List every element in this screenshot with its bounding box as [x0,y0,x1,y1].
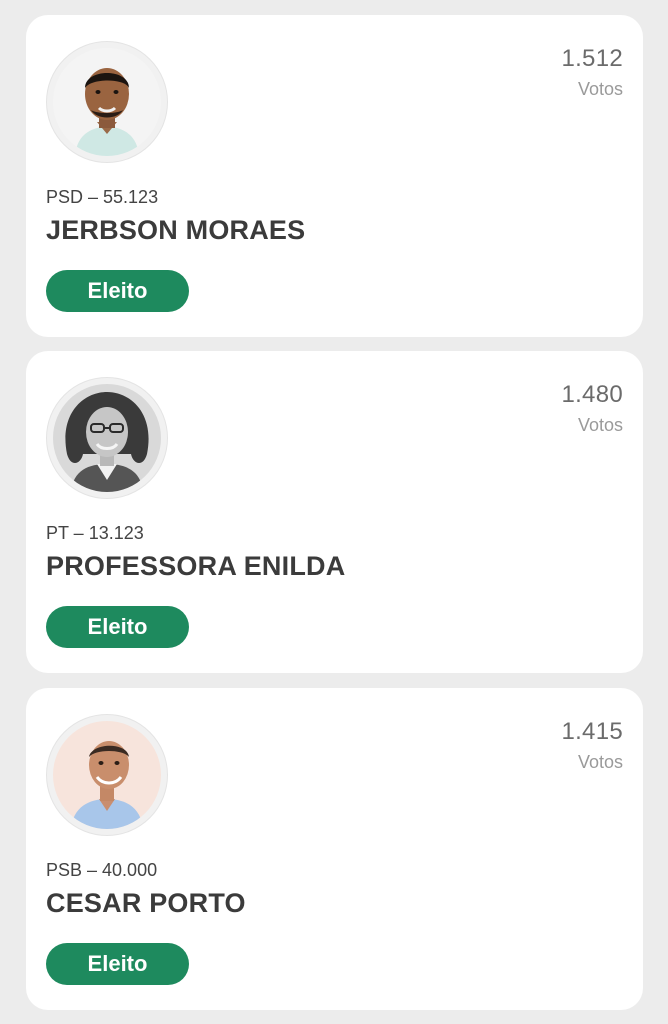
candidate-photo [53,721,161,829]
votes-number: 1.415 [561,718,623,745]
avatar [46,714,168,836]
candidate-name: CESAR PORTO [46,888,246,918]
avatar [46,377,168,499]
vote-count: 1.415 Votos [561,718,623,773]
vote-count: 1.512 Votos [561,45,623,100]
party-number: PSB – 40.000 [46,860,158,880]
votes-label: Votos [577,752,623,772]
candidate-card[interactable]: 1.415 Votos PSB – 40.000 CESAR PORTO Ele… [26,688,643,1010]
votes-number: 1.512 [561,45,623,72]
candidate-name: PROFESSORA ENILDA [46,551,346,581]
status-badge: Eleito [46,606,189,648]
candidate-name: JERBSON MORAES [46,215,306,245]
candidate-photo [53,384,161,492]
party-number: PSD – 55.123 [46,187,159,207]
avatar [46,41,168,163]
candidate-card[interactable]: 1.512 Votos PSD – 55.123 JERBSON MORAES … [26,15,643,337]
status-badge: Eleito [46,943,189,985]
candidate-card[interactable]: 1.480 Votos PT – 13.123 PROFESSORA ENILD… [26,351,643,673]
votes-number: 1.480 [561,381,623,408]
candidate-list: 1.512 Votos PSD – 55.123 JERBSON MORAES … [0,0,668,1024]
votes-label: Votos [577,415,623,435]
votes-label: Votos [577,79,623,99]
party-number: PT – 13.123 [46,523,144,543]
vote-count: 1.480 Votos [561,381,623,436]
status-badge: Eleito [46,270,189,312]
candidate-photo [53,48,161,156]
